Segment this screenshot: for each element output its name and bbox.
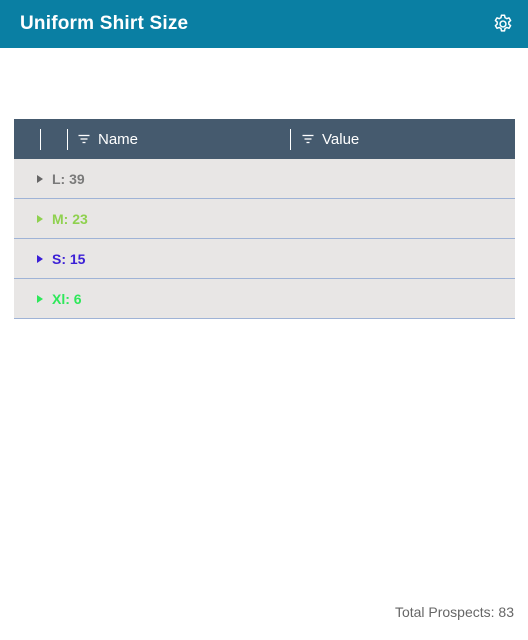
expand-caret-icon[interactable] <box>37 174 43 183</box>
widget-header: Uniform Shirt Size <box>0 0 528 48</box>
column-header-name[interactable]: Name <box>77 119 138 159</box>
data-grid: Name Value L: 39 M: 23 S: 15 Xl: 6 <box>14 119 515 319</box>
column-separator[interactable] <box>67 129 68 150</box>
grid-header-row: Name Value <box>14 119 515 159</box>
group-row-l[interactable]: L: 39 <box>14 159 515 199</box>
expand-caret-icon[interactable] <box>37 214 43 223</box>
filter-icon[interactable] <box>301 132 315 146</box>
group-label: Xl: 6 <box>52 290 82 307</box>
gear-icon[interactable] <box>492 13 514 35</box>
group-label: S: 15 <box>52 250 86 267</box>
group-row-m[interactable]: M: 23 <box>14 199 515 239</box>
expand-caret-icon[interactable] <box>37 294 43 303</box>
widget-title: Uniform Shirt Size <box>20 13 189 34</box>
column-header-label: Value <box>322 130 360 148</box>
group-row-s[interactable]: S: 15 <box>14 239 515 279</box>
column-header-label: Name <box>98 130 139 148</box>
group-label: M: 23 <box>52 210 88 227</box>
column-header-value[interactable]: Value <box>301 119 359 159</box>
group-label: L: 39 <box>52 170 85 187</box>
column-separator[interactable] <box>40 129 41 150</box>
group-row-xl[interactable]: Xl: 6 <box>14 279 515 319</box>
total-prospects: Total Prospects: 83 <box>394 604 514 620</box>
expand-caret-icon[interactable] <box>37 254 43 263</box>
column-separator[interactable] <box>290 129 291 150</box>
filter-icon[interactable] <box>77 132 91 146</box>
